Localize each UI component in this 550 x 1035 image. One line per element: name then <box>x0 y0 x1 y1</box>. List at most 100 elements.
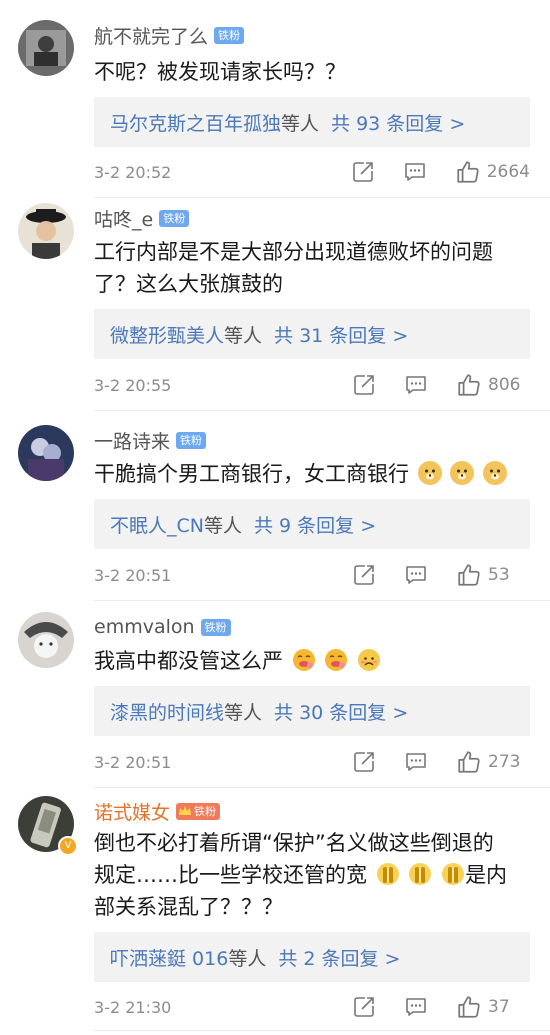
comment-text-segment: 规定……比一些学校还管的宽 <box>94 863 367 887</box>
reply-summary[interactable]: 吓洒蒾鋌 016 等人 共 2 条回复 > <box>94 932 530 982</box>
share-button[interactable] <box>351 160 375 184</box>
reply-mid: 等人 <box>224 701 263 724</box>
avatar[interactable] <box>18 20 74 76</box>
praying-emoji-icon <box>441 862 465 886</box>
drooling-emoji-icon <box>292 648 316 672</box>
like-button[interactable]: 2664 <box>455 159 530 185</box>
drooling-emoji-icon <box>324 648 348 672</box>
doge-emoji-icon <box>450 461 475 485</box>
divider <box>94 410 550 411</box>
reply-users[interactable]: 漆黑的时间线 <box>110 698 224 725</box>
avatar[interactable] <box>18 612 74 668</box>
divider <box>94 600 550 601</box>
comment-button[interactable] <box>404 373 428 397</box>
comment-icon <box>404 995 428 1019</box>
username[interactable]: 航不就完了么 <box>94 22 208 49</box>
reply-count-link[interactable]: 共 30 条回复 > <box>274 698 408 725</box>
share-button[interactable] <box>352 995 376 1019</box>
comment-text-line: 了？这么大张旗鼓的 <box>94 272 283 296</box>
crown-icon <box>179 806 192 815</box>
reply-count-link[interactable]: 共 9 条回复 > <box>254 511 376 538</box>
comment-text: 不呢？被发现请家长吗？？ <box>94 60 346 84</box>
comment-button[interactable] <box>404 750 428 774</box>
like-icon <box>455 159 481 185</box>
divider <box>94 787 550 788</box>
like-icon <box>456 372 482 398</box>
reply-mid: 等人 <box>203 514 242 537</box>
praying-emoji-icon <box>408 862 432 886</box>
comment-text-line: 倒也不必打着所谓“保护”名义做这些倒退的 <box>94 831 494 855</box>
avatar[interactable] <box>18 425 74 481</box>
share-icon <box>352 373 376 397</box>
reply-summary[interactable]: 不眠人_CN 等人 共 9 条回复 > <box>94 499 530 549</box>
comment-text: 我高中都没管这么严 <box>94 645 534 677</box>
timestamp: 3-2 20:51 <box>94 752 172 772</box>
reply-users[interactable]: 微整形甄美人 <box>110 321 224 348</box>
divider <box>94 1030 550 1031</box>
like-count: 37 <box>488 997 510 1017</box>
reply-mid: 等人 <box>281 112 320 135</box>
reply-summary[interactable]: 漆黑的时间线 等人 共 30 条回复 > <box>94 686 530 736</box>
like-count: 806 <box>488 375 521 395</box>
fan-badge: 铁粉 <box>214 26 245 44</box>
comment-button[interactable] <box>403 160 427 184</box>
comment-button[interactable] <box>404 995 428 1019</box>
like-count: 53 <box>488 565 510 585</box>
comment-text-line: 工行内部是不是大部分出现道德败坏的问题 <box>94 240 493 264</box>
timestamp: 3-2 21:30 <box>94 997 172 1017</box>
reply-mid: 等人 <box>224 324 263 347</box>
username[interactable]: 咕咚_e <box>94 205 153 232</box>
share-icon <box>352 995 376 1019</box>
comment-icon <box>403 160 427 184</box>
reply-users[interactable]: 吓洒蒾鋌 016 <box>110 944 228 971</box>
comment-button[interactable] <box>404 563 428 587</box>
comment-text-segment: 是内 <box>465 863 508 887</box>
share-icon <box>352 750 376 774</box>
share-button[interactable] <box>352 563 376 587</box>
reply-count-link[interactable]: 共 31 条回复 > <box>274 321 408 348</box>
username[interactable]: 诺式媒女 <box>94 798 170 825</box>
comment-text: 工行内部是不是大部分出现道德败坏的问题 了？这么大张旗鼓的 <box>94 236 534 300</box>
doge-emoji-icon <box>417 461 442 485</box>
like-button[interactable]: 273 <box>456 749 530 775</box>
reply-count-link[interactable]: 共 2 条回复 > <box>278 944 400 971</box>
like-count: 273 <box>488 752 521 772</box>
reply-users[interactable]: 马尔克斯之百年孤独 <box>110 109 281 136</box>
username[interactable]: emmvalon <box>94 616 195 638</box>
share-button[interactable] <box>352 373 376 397</box>
comment-text-line: 部关系混乱了？？？ <box>94 895 283 919</box>
share-icon <box>351 160 375 184</box>
like-icon <box>456 749 482 775</box>
fan-badge: 铁粉 <box>200 618 231 636</box>
like-count: 2664 <box>486 162 530 182</box>
comment-icon <box>404 373 428 397</box>
share-button[interactable] <box>352 750 376 774</box>
praying-emoji-icon <box>376 862 400 886</box>
fan-badge: 铁粉 <box>176 802 221 820</box>
reply-summary[interactable]: 微整形甄美人 等人 共 31 条回复 > <box>94 309 530 359</box>
like-icon <box>456 562 482 588</box>
reply-count-link[interactable]: 共 93 条回复 > <box>331 109 465 136</box>
reply-summary[interactable]: 马尔克斯之百年孤独 等人 共 93 条回复 > <box>94 97 530 147</box>
comment-text: 干脆搞个男工商银行，女工商银行 <box>94 458 534 490</box>
comment-text-line-2: 规定……比一些学校还管的宽 是内 <box>94 859 534 891</box>
doge-emoji-icon <box>483 461 508 485</box>
comment-text: 倒也不必打着所谓“保护”名义做这些倒退的 规定……比一些学校还管的宽 是内 部关… <box>94 827 534 923</box>
like-button[interactable]: 53 <box>456 562 530 588</box>
reply-mid: 等人 <box>228 947 267 970</box>
share-icon <box>352 563 376 587</box>
like-button[interactable]: 806 <box>456 372 530 398</box>
like-button[interactable]: 37 <box>456 994 530 1020</box>
avatar[interactable] <box>18 203 74 259</box>
username[interactable]: 一路诗来 <box>94 427 170 454</box>
fan-badge: 铁粉 <box>176 431 207 449</box>
like-icon <box>456 994 482 1020</box>
sad-emoji-icon <box>357 648 381 672</box>
comment-text-line: 干脆搞个男工商银行，女工商银行 <box>94 462 409 486</box>
comment-icon <box>404 750 428 774</box>
divider <box>94 197 550 198</box>
comment-icon <box>404 563 428 587</box>
timestamp: 3-2 20:52 <box>94 162 172 182</box>
reply-users[interactable]: 不眠人_CN <box>110 511 204 538</box>
timestamp: 3-2 20:51 <box>94 565 172 585</box>
